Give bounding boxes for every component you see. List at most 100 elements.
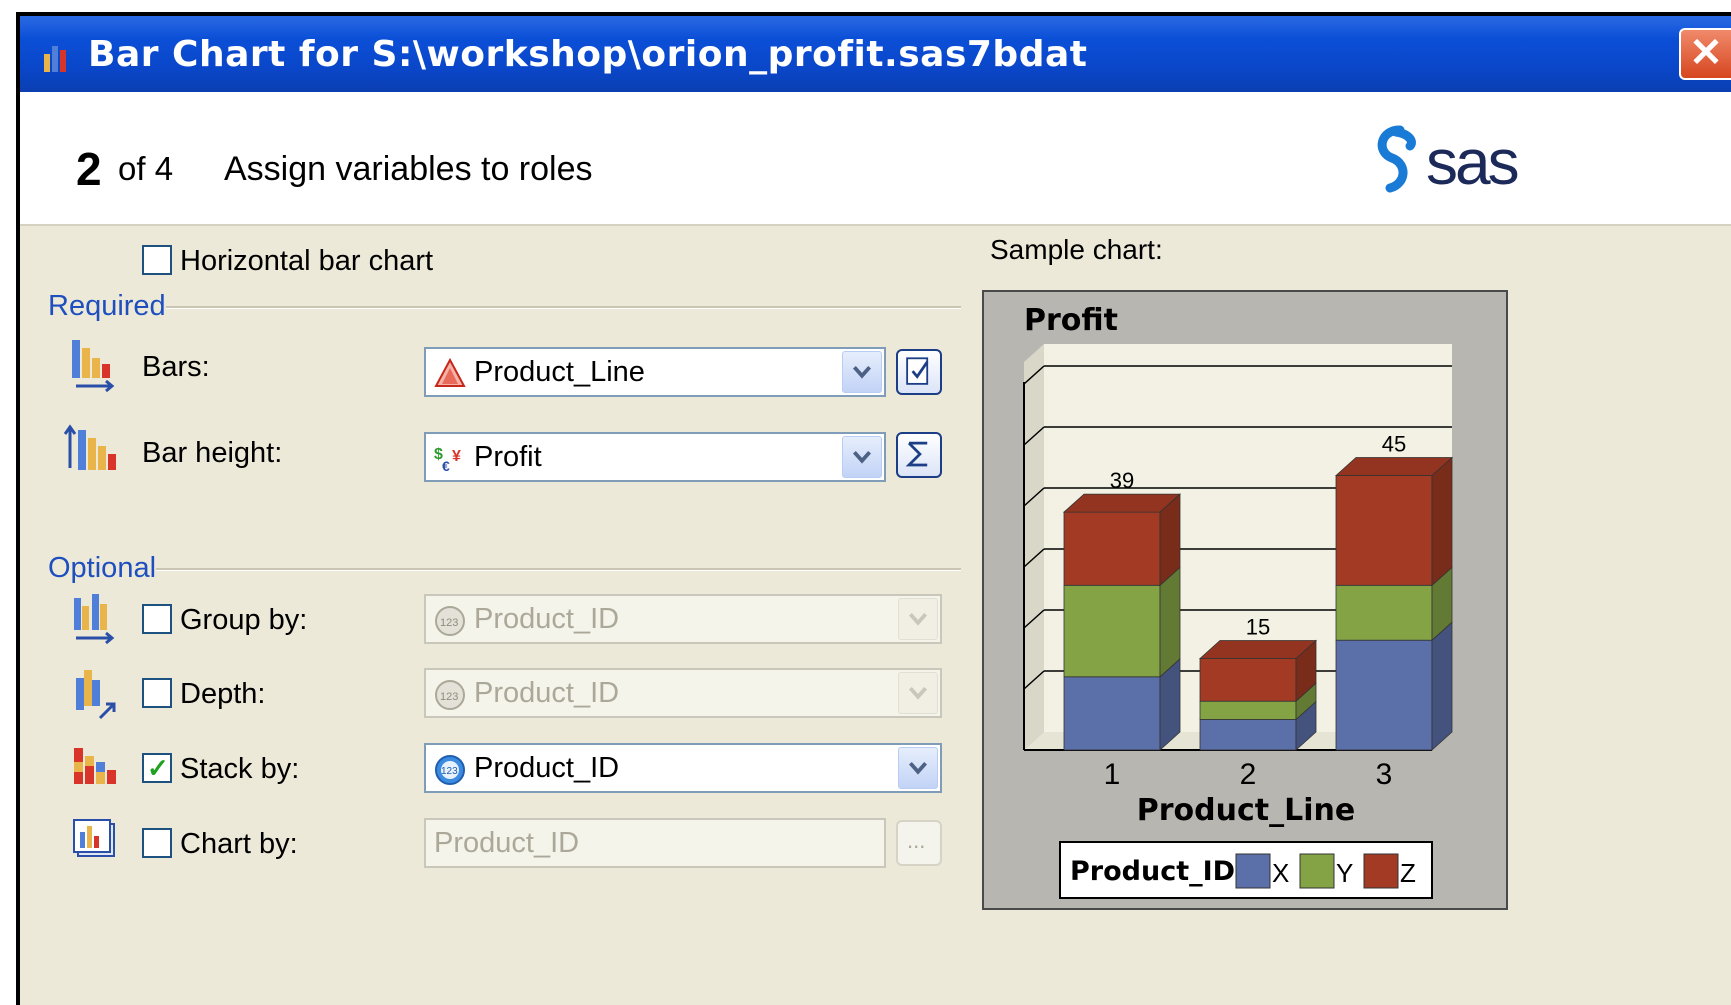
bar-segment bbox=[1063, 584, 1161, 678]
data-label: 45 bbox=[1382, 432, 1406, 457]
bar-height-select-value: Profit bbox=[474, 441, 542, 473]
chart-by-field[interactable]: Product_ID bbox=[424, 818, 886, 868]
depth-label: Depth: bbox=[180, 678, 266, 710]
legend-swatch bbox=[1235, 853, 1271, 889]
numeric-icon: 123 bbox=[435, 680, 465, 710]
edit-icon bbox=[906, 357, 929, 385]
sas-logo: sas bbox=[1377, 125, 1521, 198]
legend-swatch bbox=[1363, 853, 1399, 889]
sample-chart-label: Sample chart: bbox=[990, 234, 1163, 265]
data-label: 39 bbox=[1110, 468, 1134, 493]
chart-title: Profit bbox=[1024, 303, 1118, 338]
bar-height-role-icon bbox=[64, 424, 116, 470]
depth-select[interactable]: 123 Product_ID bbox=[424, 668, 942, 718]
bar-top bbox=[1198, 640, 1318, 659]
bars-select[interactable]: Product_Line bbox=[424, 347, 886, 397]
depth-role-icon bbox=[76, 670, 116, 720]
bar-segment bbox=[1335, 475, 1433, 586]
chevron-down-icon[interactable] bbox=[898, 598, 938, 640]
legend-entry: Z bbox=[1400, 858, 1416, 888]
bars-properties-button[interactable] bbox=[896, 349, 942, 395]
bars-role-icon bbox=[72, 340, 115, 392]
svg-text:€: € bbox=[442, 458, 450, 474]
sample-chart: Profit 39 1 15 2 45 3 Product_Line Product_ID X Y Z bbox=[1023, 303, 1454, 899]
statistic-button[interactable] bbox=[896, 432, 942, 478]
required-divider bbox=[166, 306, 961, 309]
numeric-icon: 123 bbox=[435, 755, 465, 785]
chart-by-role-icon bbox=[73, 819, 115, 857]
chart-by-label: Chart by: bbox=[180, 828, 298, 860]
bar-chart-dialog: Bar Chart for S:\workshop\orion_profit.s… bbox=[16, 12, 1731, 1005]
svg-text:¥: ¥ bbox=[452, 448, 461, 465]
bar-segment bbox=[1063, 676, 1161, 751]
window-title: Bar Chart for S:\workshop\orion_profit.s… bbox=[88, 34, 1088, 75]
bar-top bbox=[1062, 493, 1182, 513]
x-tick-label: 1 bbox=[1104, 758, 1121, 791]
currency-icon: $ € ¥ bbox=[434, 446, 461, 474]
legend-swatch bbox=[1299, 853, 1335, 889]
legend-entry: X bbox=[1272, 858, 1289, 888]
wizard-header: 2 of 4 Assign variables to roles sas bbox=[20, 92, 1731, 226]
bar-segment bbox=[1199, 700, 1297, 720]
legend-entry: Y bbox=[1336, 858, 1353, 888]
horizontal-bar-chart-label: Horizontal bar chart bbox=[180, 245, 434, 277]
x-tick-label: 3 bbox=[1376, 758, 1393, 791]
group-by-select[interactable]: 123 Product_ID bbox=[424, 594, 942, 644]
optional-section-label: Optional bbox=[48, 552, 157, 584]
chevron-down-icon[interactable] bbox=[898, 672, 938, 714]
numeric-icon: 123 bbox=[435, 606, 465, 636]
step-total: of 4 bbox=[118, 150, 174, 187]
legend-title: Product_ID bbox=[1070, 856, 1235, 887]
sample-chart-frame: Profit 39 1 15 2 45 3 Product_Line Product_ID X Y Z bbox=[982, 290, 1508, 910]
required-section-label: Required bbox=[48, 290, 166, 322]
browse-ellipsis: ... bbox=[907, 828, 926, 853]
sigma-icon bbox=[905, 441, 928, 467]
bar-top bbox=[1334, 457, 1454, 476]
group-by-checkbox[interactable] bbox=[142, 604, 172, 634]
chevron-down-icon[interactable] bbox=[842, 351, 882, 393]
data-label: 15 bbox=[1246, 615, 1270, 640]
bar-segment bbox=[1199, 719, 1297, 751]
stack-by-select[interactable]: 123 Product_ID bbox=[424, 743, 942, 793]
bar-segment bbox=[1335, 639, 1433, 751]
svg-text:123: 123 bbox=[440, 617, 458, 629]
chart-by-browse-button[interactable]: ... bbox=[896, 820, 942, 866]
chart-by-checkbox[interactable] bbox=[142, 828, 172, 858]
bar-segment bbox=[1335, 584, 1433, 641]
step-number: 2 bbox=[76, 143, 102, 195]
category-icon bbox=[434, 358, 466, 387]
optional-divider bbox=[156, 568, 961, 571]
bar-height-label: Bar height: bbox=[142, 437, 283, 469]
group-by-label: Group by: bbox=[180, 604, 308, 636]
chevron-down-icon[interactable] bbox=[898, 747, 938, 789]
bar-height-select[interactable]: $ € ¥ Profit bbox=[424, 432, 886, 482]
group-by-select-value: Product_ID bbox=[474, 603, 620, 635]
step-title: Assign variables to roles bbox=[224, 150, 593, 188]
group-by-role-icon bbox=[74, 594, 115, 644]
bars-select-value: Product_Line bbox=[474, 356, 645, 388]
bar-segment-side bbox=[1159, 566, 1181, 678]
chevron-down-icon[interactable] bbox=[842, 436, 882, 478]
x-tick-label: 2 bbox=[1240, 758, 1257, 791]
bars-label: Bars: bbox=[142, 351, 210, 383]
x-axis-label: Product_Line bbox=[1137, 793, 1355, 828]
depth-select-value: Product_ID bbox=[474, 677, 620, 709]
chart-by-field-value: Product_ID bbox=[434, 827, 580, 859]
sas-logo-text: sas bbox=[1426, 126, 1518, 198]
title-bar: Bar Chart for S:\workshop\orion_profit.s… bbox=[20, 16, 1731, 92]
horizontal-bar-chart-checkbox[interactable] bbox=[142, 245, 172, 275]
bar-segment-side bbox=[1431, 621, 1453, 751]
close-button[interactable]: ✕ bbox=[1679, 28, 1731, 80]
bar-segment bbox=[1063, 511, 1161, 586]
checkmark-icon: ✓ bbox=[147, 753, 169, 783]
stack-by-label: Stack by: bbox=[180, 753, 300, 785]
svg-text:123: 123 bbox=[440, 691, 458, 703]
depth-checkbox[interactable] bbox=[142, 678, 172, 708]
stack-by-checkbox[interactable]: ✓ bbox=[142, 753, 172, 783]
svg-text:123: 123 bbox=[441, 766, 458, 777]
chart-side-wall bbox=[1024, 344, 1044, 750]
bar-segment-side bbox=[1431, 456, 1453, 587]
stack-by-select-value: Product_ID bbox=[474, 752, 620, 784]
bar-chart-icon bbox=[44, 46, 66, 72]
stack-by-role-icon bbox=[74, 748, 116, 784]
